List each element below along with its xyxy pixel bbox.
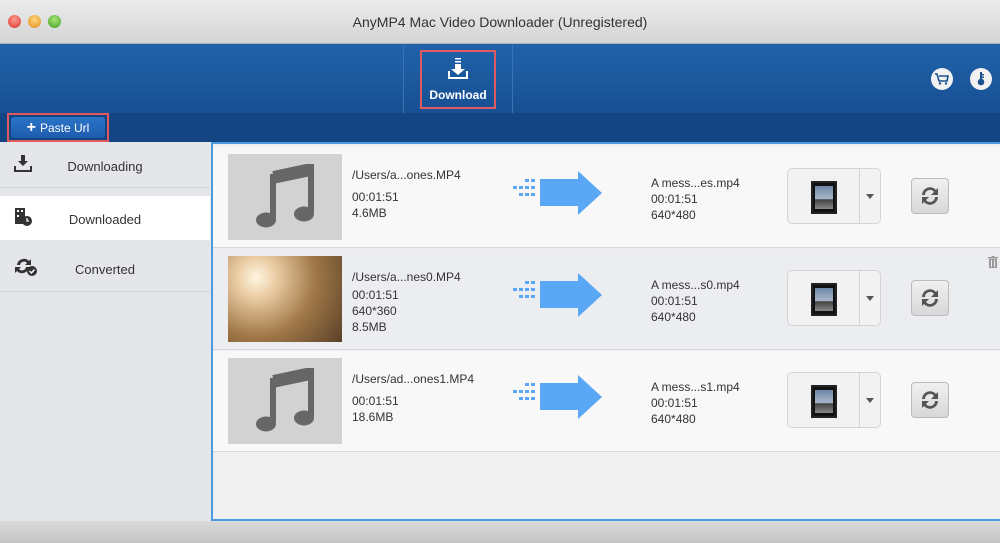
music-note-icon — [256, 164, 314, 228]
title-bar: AnyMP4 Mac Video Downloader (Unregistere… — [0, 0, 1000, 44]
window-title: AnyMP4 Mac Video Downloader (Unregistere… — [352, 14, 648, 30]
convert-button[interactable] — [911, 280, 949, 316]
refresh-icon — [922, 289, 938, 307]
sidebar-item-downloaded[interactable]: Downloaded — [0, 196, 210, 240]
toolbar: Download — [0, 44, 1000, 113]
source-path: /Users/ad...ones1.MP4 — [352, 372, 475, 386]
thumbnail — [228, 358, 342, 444]
download-button[interactable]: Download — [420, 50, 496, 109]
key-icon[interactable] — [970, 68, 992, 90]
convert-button[interactable] — [911, 178, 949, 214]
device-profile-dropdown[interactable] — [787, 168, 881, 224]
output-info: A mess...es.mp4 00:01:51 640*480 — [651, 176, 740, 222]
ipad-icon — [811, 283, 837, 316]
file-row[interactable]: /Users/ad...ones1.MP4 00:01:51 18.6MB A me… — [213, 351, 1000, 452]
file-row[interactable]: /Users/a...ones.MP4 00:01:51 4.6MB A mess.… — [213, 147, 1000, 248]
plus-icon: + — [26, 118, 36, 136]
device-profile-dropdown[interactable] — [787, 372, 881, 428]
source-info: /Users/a...nes0.MP4 00:01:51 640*360 8.5MB — [352, 270, 461, 334]
sidebar-item-downloading[interactable]: Downloading — [0, 142, 210, 188]
thumbnail — [228, 256, 342, 342]
convert-arrow-icon — [513, 171, 602, 215]
source-path: /Users/a...ones.MP4 — [352, 168, 461, 182]
convert-arrow-icon — [513, 273, 602, 317]
paste-url-button[interactable]: + Paste Url — [7, 113, 109, 142]
device-profile-dropdown[interactable] — [787, 270, 881, 326]
ipad-icon — [811, 385, 837, 418]
convert-arrow-icon — [513, 375, 602, 419]
chevron-down-icon[interactable] — [866, 194, 874, 203]
file-row[interactable]: /Users/a...nes0.MP4 00:01:51 640*360 8.5MB … — [213, 249, 1000, 350]
music-note-icon — [256, 368, 314, 432]
thumbnail — [228, 154, 342, 240]
download-icon — [448, 58, 468, 79]
convert-button[interactable] — [911, 382, 949, 418]
chevron-down-icon[interactable] — [866, 296, 874, 305]
source-info: /Users/a...ones.MP4 00:01:51 4.6MB — [352, 168, 461, 220]
file-list: /Users/a...ones.MP4 00:01:51 4.6MB A mess.… — [211, 142, 1000, 521]
chevron-down-icon[interactable] — [866, 398, 874, 407]
sidebar: Downloading Downloaded Converted — [0, 142, 210, 520]
output-info: A mess...s1.mp4 00:01:51 640*480 — [651, 380, 740, 426]
refresh-icon — [922, 187, 938, 205]
status-bar — [0, 521, 1000, 543]
ipad-icon — [811, 181, 837, 214]
output-info: A mess...s0.mp4 00:01:51 640*480 — [651, 278, 740, 324]
sidebar-item-converted[interactable]: Converted — [0, 240, 210, 292]
source-path: /Users/a...nes0.MP4 — [352, 270, 461, 284]
trash-icon[interactable] — [988, 256, 998, 268]
cart-icon[interactable] — [931, 68, 953, 90]
source-info: /Users/ad...ones1.MP4 00:01:51 18.6MB — [352, 372, 475, 424]
sub-toolbar: + Paste Url — [0, 113, 1000, 142]
refresh-icon — [922, 391, 938, 409]
